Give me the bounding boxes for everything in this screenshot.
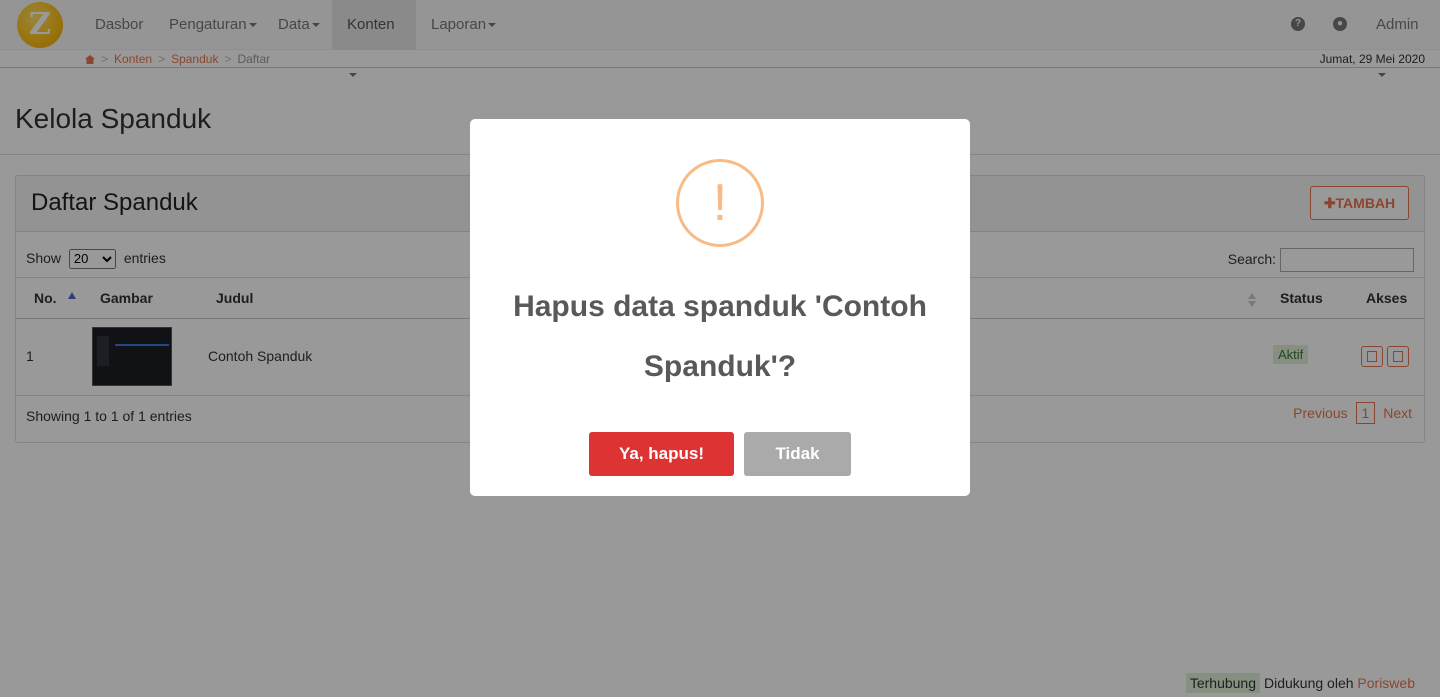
confirm-delete-button[interactable]: Ya, hapus! — [589, 432, 734, 476]
confirm-dialog: ! Hapus data spanduk 'Contoh Spanduk'? Y… — [470, 119, 970, 496]
warning-icon: ! — [676, 159, 764, 247]
dialog-title: Hapus data spanduk 'Contoh Spanduk'? — [513, 290, 927, 383]
cancel-button[interactable]: Tidak — [744, 432, 851, 476]
